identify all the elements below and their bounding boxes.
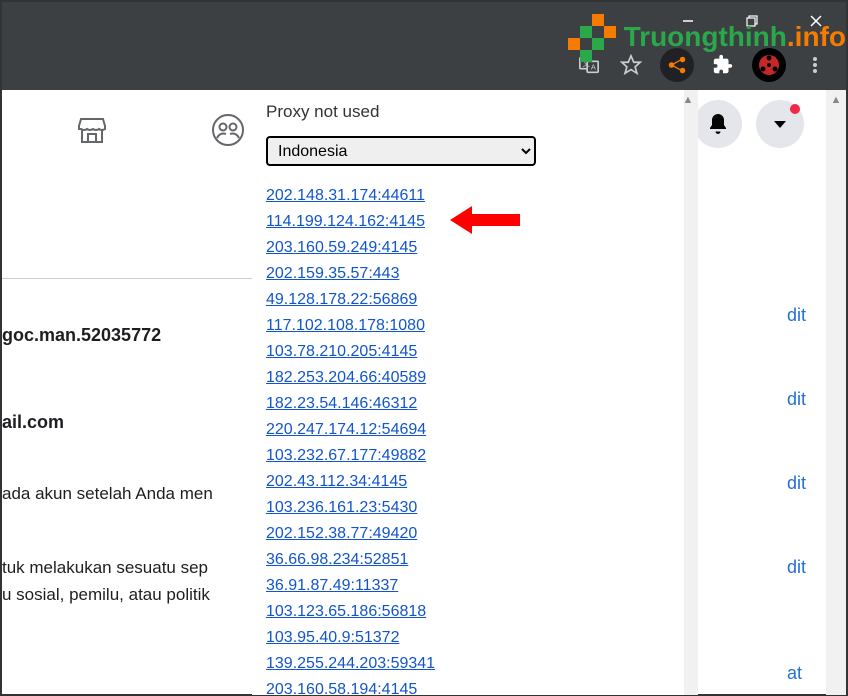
proxy-link[interactable]: 202.159.35.57:443: [266, 262, 399, 286]
proxy-link[interactable]: 103.95.40.9:51372: [266, 626, 399, 650]
marketplace-icon[interactable]: [74, 112, 110, 148]
proxy-link[interactable]: 114.199.124.162:4145: [266, 210, 425, 234]
edit-link[interactable]: dit: [787, 557, 806, 578]
notifications-button[interactable]: [694, 100, 742, 148]
proxy-link[interactable]: 202.148.31.174:44611: [266, 184, 425, 208]
watermark: Truongthinh.info: [568, 8, 846, 66]
proxy-link[interactable]: 103.236.161.23:5430: [266, 496, 417, 520]
proxy-link[interactable]: 202.152.38.77:49420: [266, 522, 417, 546]
country-select[interactable]: Indonesia: [266, 136, 536, 166]
proxy-link[interactable]: 49.128.178.22:56869: [266, 288, 417, 312]
proxy-link[interactable]: 202.43.112.34:4145: [266, 470, 407, 494]
edit-link[interactable]: dit: [787, 389, 806, 410]
proxy-link[interactable]: 203.160.59.249:4145: [266, 236, 417, 260]
proxy-link[interactable]: 36.91.87.49:11337: [266, 574, 398, 598]
description-text-2b: u sosial, pemilu, atau politik: [2, 582, 262, 608]
edit-link[interactable]: dit: [787, 473, 806, 494]
popup-title: Proxy not used: [266, 102, 670, 122]
proxy-link[interactable]: 103.78.210.205:4145: [266, 340, 417, 364]
proxy-link[interactable]: 203.160.58.194:4145: [266, 678, 417, 695]
page-scrollbar[interactable]: ▲: [826, 90, 846, 695]
edit-links-column: dit dit dit dit at: [787, 305, 806, 684]
description-text-2a: tuk melakukan sesuatu sep: [2, 555, 262, 581]
watermark-logo-icon: [568, 8, 626, 66]
proxy-list: 202.148.31.174:44611114.199.124.162:4145…: [266, 184, 670, 695]
view-link[interactable]: at: [787, 663, 806, 684]
notification-dot-icon: [790, 104, 800, 114]
watermark-suffix: .info: [787, 21, 846, 52]
proxy-link[interactable]: 139.255.244.203:59341: [266, 652, 435, 676]
proxy-link[interactable]: 36.66.98.234:52851: [266, 548, 408, 572]
proxy-link[interactable]: 182.23.54.146:46312: [266, 392, 417, 416]
proxy-extension-popup: Proxy not used Indonesia 202.148.31.174:…: [252, 90, 684, 695]
email-text: ail.com: [2, 412, 262, 433]
proxy-link[interactable]: 103.232.67.177:49882: [266, 444, 426, 468]
proxy-link[interactable]: 103.123.65.186:56818: [266, 600, 426, 624]
description-text-1: ada akun setelah Anda men: [2, 481, 262, 507]
proxy-link[interactable]: 220.247.174.12:54694: [266, 418, 426, 442]
edit-link[interactable]: dit: [787, 305, 806, 326]
watermark-brand: Truongthinh: [624, 21, 787, 52]
proxy-link[interactable]: 182.253.204.66:40589: [266, 366, 426, 390]
username-text: goc.man.52035772: [2, 325, 262, 346]
groups-icon[interactable]: [210, 112, 246, 148]
proxy-link[interactable]: 117.102.108.178:1080: [266, 314, 425, 338]
account-dropdown-button[interactable]: [756, 100, 804, 148]
red-arrow-annotation: [450, 202, 520, 243]
